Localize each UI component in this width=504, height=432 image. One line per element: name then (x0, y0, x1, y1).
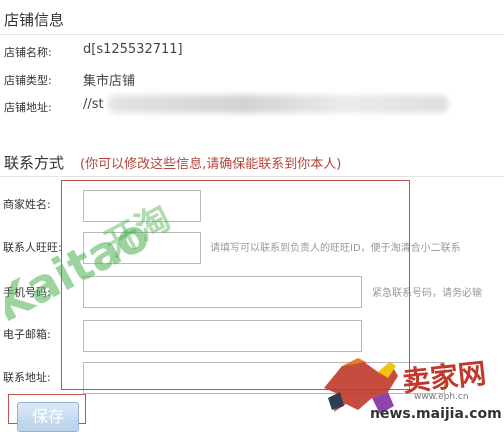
section-divider (0, 34, 504, 35)
contact-address-label: 联系地址: (3, 371, 51, 384)
shop-address-value: //st (83, 97, 104, 112)
shop-type-label: 店铺类型: (4, 74, 52, 87)
shop-address-label: 店铺地址: (4, 101, 52, 114)
shop-name-label: 店铺名称: (4, 46, 52, 59)
blurred-address (108, 95, 448, 113)
kaitao-logo-icon: Kaitao 开淘 (0, 198, 177, 333)
shop-type-value: 集市店铺 (83, 74, 136, 89)
shop-name-value: d[s125532711] (83, 42, 183, 57)
contact-hint: (你可以修改这些信息,请确保能联系到你本人) (80, 157, 342, 172)
site-url: news.maijia.com (370, 406, 502, 422)
kaitao-watermark: Kaitao 开淘 (0, 198, 215, 345)
section-divider (0, 176, 504, 177)
maijia-watermark: 卖家网 www.eph.cn news.maijia.com (318, 348, 504, 424)
save-button[interactable]: 保存 (17, 402, 79, 432)
site-url-small: www.eph.cn (414, 392, 469, 402)
shop-info-title: 店铺信息 (4, 11, 65, 29)
contact-title: 联系方式 (4, 154, 65, 172)
